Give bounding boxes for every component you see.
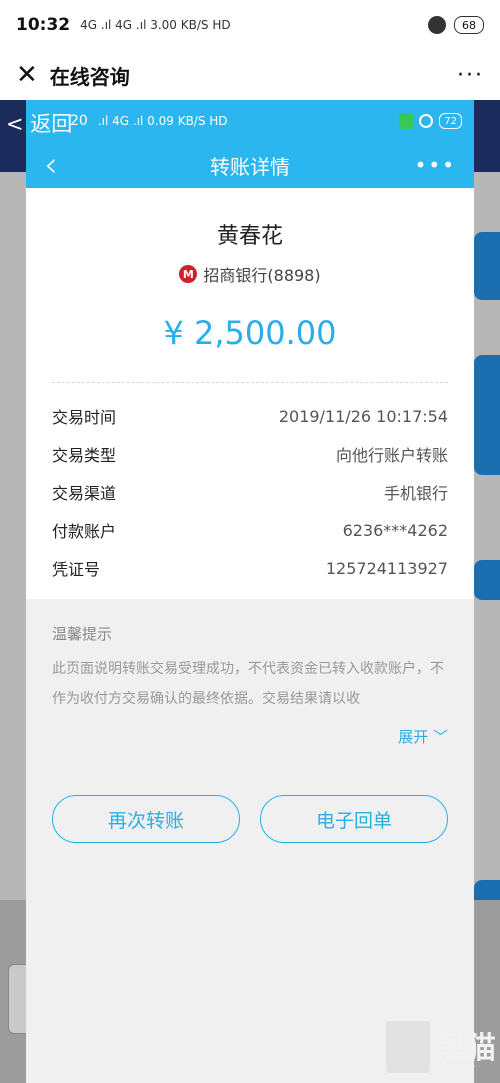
shield-icon [399,113,414,129]
app-header: ✕ 在线咨询 ··· [0,50,500,100]
detail-value: 125724113927 [325,558,448,578]
notice-title: 温馨提示 [52,625,113,643]
bank-info: M 招商银行(8898) [52,262,448,286]
more-icon: ••• [414,153,456,177]
detail-row-channel: 交易渠道 手机银行 [52,473,448,511]
inner-nav-bar: ‹ 转账详情 ••• [26,142,474,188]
network-indicator: 4G .ıl 4G .ıl 3.00 KB/S HD [80,18,231,32]
battery-icon: 72 [439,113,462,129]
status-bar: 10:32 4G .ıl 4G .ıl 3.00 KB/S HD 68 [0,0,500,50]
inner-status-bar: 20 .ıl 4G .ıl 0.09 KB/S HD 72 [26,100,474,142]
notice-body: 此页面说明转账交易受理成功，不代表资金已转入收款账户，不作为收付方交易确认的最终… [52,661,444,707]
payee-name: 黄春花 [216,224,283,249]
detail-list: 交易时间 2019/11/26 10:17:54 交易类型 向他行账户转账 交易… [52,397,448,587]
detail-row-type: 交易类型 向他行账户转账 [52,435,448,473]
chat-bubble [474,232,500,300]
detail-label: 交易时间 [52,408,117,427]
alarm-icon [419,114,434,128]
inner-page-title: 转账详情 [210,154,290,179]
more-menu-icon[interactable]: ··· [457,63,484,88]
detail-label: 交易渠道 [52,484,117,503]
close-icon[interactable]: ✕ [16,62,38,88]
transfer-amount: ¥ 2,500.00 [163,314,337,352]
action-buttons: 再次转账 电子回单 [26,747,474,843]
detail-value: 2019/11/26 10:17:54 [278,406,448,426]
alarm-icon [428,16,446,34]
chat-bubble [474,355,500,475]
watermark-subtext: BLACK CAT [438,1059,476,1081]
inner-network-indicator: .ıl 4G .ıl 0.09 KB/S HD [97,114,228,128]
e-receipt-button: 电子回单 [260,795,448,843]
expand-link: 展开 ﹀ [398,728,448,746]
inner-status-time: 20 [70,113,88,129]
detail-row-voucher: 凭证号 125724113927 [52,549,448,587]
detail-label: 交易类型 [52,446,117,465]
page-title: 在线咨询 [49,64,130,89]
transfer-again-button: 再次转账 [52,795,240,843]
detail-label: 凭证号 [52,560,101,579]
detail-label: 付款账户 [52,522,117,541]
back-icon: ‹ [44,145,58,185]
bank-name: 招商银行(8898) [203,266,321,285]
detail-row-time: 交易时间 2019/11/26 10:17:54 [52,397,448,435]
cat-logo-icon [386,1021,430,1073]
transfer-screenshot[interactable]: 20 .ıl 4G .ıl 0.09 KB/S HD 72 ‹ 转账详情 •••… [26,100,474,1083]
watermark: 黑猫 BLACK CAT [386,1017,496,1081]
divider [52,382,448,383]
notice-section: 温馨提示 此页面说明转账交易受理成功，不代表资金已转入收款账户，不作为收付方交易… [26,599,474,747]
back-link[interactable]: < 返回 [6,108,72,138]
detail-row-account: 付款账户 6236***4262 [52,511,448,549]
status-time: 10:32 [16,15,71,35]
bank-logo-icon: M [179,265,198,283]
battery-icon: 68 [454,16,484,34]
chat-bubble [474,560,500,600]
chat-right-strip [474,100,500,172]
detail-value: 6236***4262 [342,520,448,540]
detail-value: 向他行账户转账 [335,446,448,465]
transfer-card: 黄春花 M 招商银行(8898) ¥ 2,500.00 交易时间 2019/11… [26,188,474,599]
detail-value: 手机银行 [383,484,448,503]
